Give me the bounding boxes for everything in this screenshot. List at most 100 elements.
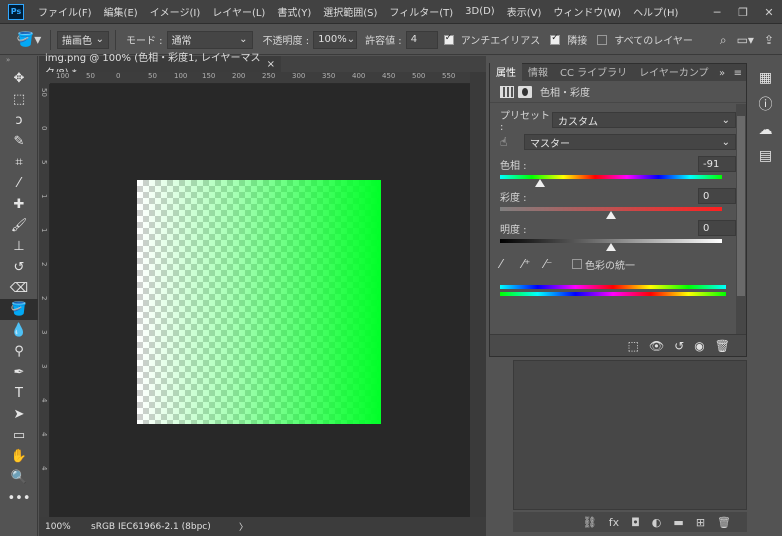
info-icon[interactable]: ⓘ — [755, 93, 777, 115]
toolbar-collapse-icon[interactable]: » — [0, 56, 37, 68]
close-icon[interactable]: ✕ — [756, 0, 782, 24]
blur-tool-icon[interactable]: 💧 — [0, 320, 38, 341]
adjustment-layer-icon[interactable]: ◐ — [652, 516, 662, 529]
stamp-tool-icon[interactable]: ⊥ — [0, 236, 38, 257]
eyedropper-minus-icon[interactable]: ⁄⁻ — [544, 257, 566, 271]
hand-tool-icon[interactable]: ✋ — [0, 446, 38, 467]
eyedropper-icon[interactable]: ⁄ — [500, 257, 522, 271]
menu-image[interactable]: イメージ(I) — [144, 4, 207, 19]
add-mask-icon[interactable]: ◘ — [631, 516, 640, 529]
saturation-slider-thumb[interactable] — [606, 211, 616, 219]
contiguous-label: 隣接 — [567, 36, 588, 47]
hue-input[interactable]: -91 — [698, 156, 736, 172]
trash-icon[interactable]: 🗑 — [715, 339, 730, 353]
lightness-slider[interactable] — [500, 239, 722, 251]
right-dock: ▦ ⓘ ☁ ▤ — [749, 63, 782, 183]
blend-mode-select[interactable]: 通常 ⌄ — [166, 30, 253, 49]
more-tools-icon[interactable]: ••• — [0, 488, 38, 509]
tolerance-input[interactable]: 4 — [405, 30, 438, 49]
menu-filter[interactable]: フィルター(T) — [383, 4, 459, 19]
search-icon[interactable]: ⌕ — [720, 33, 727, 48]
panel-scroll-thumb[interactable] — [737, 116, 745, 296]
pen-tool-icon[interactable]: ✒ — [0, 362, 38, 383]
panel-menu-icon[interactable]: ≡ — [730, 66, 746, 81]
brush-tool-icon[interactable]: 🖌 — [0, 215, 38, 236]
document-tab[interactable]: img.png @ 100% (色相・彩度1, レイヤーマスク/8) * × — [39, 53, 281, 79]
document-scrollbar[interactable] — [470, 72, 486, 517]
new-layer-icon[interactable]: ⊞ — [696, 516, 705, 529]
zoom-level[interactable]: 100% — [39, 522, 79, 532]
antialias-checkbox[interactable] — [443, 33, 454, 45]
tab-properties[interactable]: 属性 — [490, 62, 522, 81]
menu-layer[interactable]: レイヤー(L) — [206, 4, 271, 19]
share-icon[interactable]: ⇪ — [764, 33, 774, 47]
workspace-icon[interactable]: ▭▾ — [737, 33, 754, 47]
eyedropper-plus-icon[interactable]: ⁄⁺ — [522, 257, 544, 271]
layer-comps-icon[interactable]: ▤ — [755, 145, 777, 167]
clip-to-layer-icon[interactable]: ⬚ — [628, 339, 639, 353]
mask-icon[interactable] — [518, 85, 532, 98]
adjustments-icon[interactable]: ▦ — [755, 67, 777, 89]
panel-scrollbar[interactable] — [736, 104, 746, 334]
colorize-checkbox[interactable] — [572, 259, 582, 269]
menu-help[interactable]: ヘルプ(H) — [627, 4, 684, 19]
link-icon[interactable]: ⛓ — [583, 516, 597, 529]
horizontal-ruler[interactable]: 100 50 0 50 100 150 200 250 300 350 400 … — [50, 72, 470, 84]
type-tool-icon[interactable]: T — [0, 383, 38, 404]
opacity-input[interactable]: 100% ⌄ — [313, 30, 358, 49]
channel-select[interactable]: マスター ⌄ — [524, 134, 736, 150]
contiguous-checkbox[interactable] — [550, 33, 561, 45]
marquee-tool-icon[interactable]: ⬚ — [0, 89, 38, 110]
menu-3d[interactable]: 3D(D) — [459, 6, 501, 17]
menu-window[interactable]: ウィンドウ(W) — [547, 4, 627, 19]
all-layers-checkbox[interactable] — [597, 34, 608, 45]
close-tab-icon[interactable]: × — [267, 59, 275, 70]
image-canvas[interactable] — [137, 180, 381, 424]
eyedropper-tool-icon[interactable]: ⁄ — [0, 173, 38, 194]
vertical-ruler[interactable]: 50 0 5 1 1 2 2 3 3 4 4 4 — [39, 84, 50, 517]
lightness-slider-thumb[interactable] — [606, 243, 616, 251]
ruler-corner — [39, 72, 50, 84]
cc-libraries-icon[interactable]: ☁ — [755, 119, 777, 141]
fx-icon[interactable]: fx — [609, 516, 619, 529]
paint-bucket-preset-icon[interactable]: 🪣▾ — [14, 28, 44, 52]
maximize-icon[interactable]: ❐ — [730, 0, 756, 24]
folder-icon[interactable]: ▬ — [673, 516, 683, 529]
saturation-slider[interactable] — [500, 207, 722, 219]
fill-source-select[interactable]: 描画色 ⌄ — [57, 30, 109, 49]
menu-file[interactable]: ファイル(F) — [32, 4, 98, 19]
visibility-icon[interactable]: ◉ — [694, 339, 704, 353]
shape-tool-icon[interactable]: ▭ — [0, 425, 38, 446]
menu-type[interactable]: 書式(Y) — [271, 4, 317, 19]
history-brush-tool-icon[interactable]: ↺ — [0, 257, 38, 278]
minimize-icon[interactable]: ─ — [704, 0, 730, 24]
move-tool-icon[interactable]: ✥ — [0, 68, 38, 89]
menu-select[interactable]: 選択範囲(S) — [317, 4, 383, 19]
preset-select[interactable]: カスタム ⌄ — [552, 112, 736, 128]
tab-info[interactable]: 情報 — [522, 62, 554, 81]
dodge-tool-icon[interactable]: ⚲ — [0, 341, 38, 362]
trash-icon[interactable]: 🗑 — [717, 516, 731, 529]
path-select-tool-icon[interactable]: ➤ — [0, 404, 38, 425]
status-menu-icon[interactable]: 〉 — [239, 520, 248, 533]
saturation-input[interactable]: 0 — [698, 188, 736, 204]
lasso-tool-icon[interactable]: ↄ — [0, 110, 38, 131]
tab-layer-comps[interactable]: レイヤーカンプ — [633, 62, 714, 81]
lightness-input[interactable]: 0 — [698, 220, 736, 236]
menu-view[interactable]: 表示(V) — [501, 4, 548, 19]
paint-bucket-tool-icon[interactable]: 🪣 — [0, 299, 38, 320]
hue-slider[interactable] — [500, 175, 722, 187]
tab-cc-libraries[interactable]: CC ライブラリ — [554, 62, 633, 81]
view-previous-icon[interactable]: 👁 — [649, 339, 664, 353]
targeted-adjust-hand-icon[interactable]: ☝ — [500, 135, 524, 149]
panel-more-icon[interactable]: » — [715, 66, 729, 81]
zoom-tool-icon[interactable]: 🔍 — [0, 467, 38, 488]
crop-tool-icon[interactable]: ⌗ — [0, 152, 38, 173]
quick-select-tool-icon[interactable]: ✎ — [0, 131, 38, 152]
healing-brush-tool-icon[interactable]: ✚ — [0, 194, 38, 215]
hue-slider-thumb[interactable] — [534, 179, 545, 187]
reset-icon[interactable]: ↺ — [674, 339, 684, 353]
menu-edit[interactable]: 編集(E) — [98, 4, 144, 19]
adjustment-icon[interactable] — [500, 85, 514, 98]
eraser-tool-icon[interactable]: ⌫ — [0, 278, 38, 299]
